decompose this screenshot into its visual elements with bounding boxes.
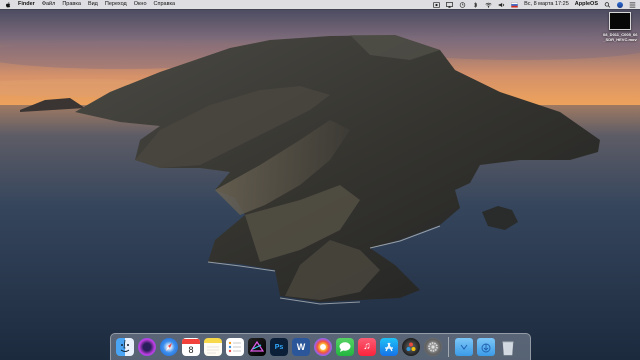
downloads-icon[interactable] bbox=[477, 338, 495, 356]
volume-icon[interactable] bbox=[498, 2, 505, 8]
photoshop-label: Ps bbox=[274, 343, 284, 351]
file-name-line2: _SDR_HEVC.mov bbox=[603, 37, 637, 42]
video-file-thumbnail bbox=[609, 12, 631, 30]
siri-status-icon[interactable] bbox=[617, 1, 623, 8]
menu-finder[interactable]: Finder bbox=[18, 0, 35, 9]
reminders-icon[interactable] bbox=[226, 338, 244, 356]
wifi-icon[interactable] bbox=[485, 2, 492, 8]
menu-go[interactable]: Переход bbox=[105, 0, 127, 9]
apple-menu-icon[interactable] bbox=[5, 1, 11, 8]
photos-icon[interactable] bbox=[314, 338, 332, 356]
menu-help[interactable]: Справка bbox=[154, 0, 176, 9]
menu-view[interactable]: Вид bbox=[88, 0, 98, 9]
word-label: W bbox=[296, 342, 306, 352]
final-cut-icon[interactable] bbox=[248, 338, 266, 356]
folder-icon[interactable] bbox=[455, 338, 473, 356]
keyboard-flag-icon[interactable] bbox=[511, 1, 518, 8]
time-machine-icon[interactable] bbox=[459, 1, 466, 8]
clock[interactable]: Вс, 8 марта 17:25 bbox=[524, 0, 569, 9]
finder-icon[interactable] bbox=[116, 338, 134, 356]
notification-center-icon[interactable] bbox=[629, 2, 636, 8]
messages-icon[interactable] bbox=[336, 338, 354, 356]
spotlight-search-icon[interactable] bbox=[604, 1, 611, 8]
siri-icon[interactable] bbox=[138, 338, 156, 356]
desktop-video-file[interactable]: 08_D011_C005_66 _SDR_HEVC.mov bbox=[603, 12, 637, 42]
app-store-icon[interactable] bbox=[380, 338, 398, 356]
menu-edit[interactable]: Правка bbox=[62, 0, 81, 9]
menu-file[interactable]: Файл bbox=[42, 0, 56, 9]
dock: 8 Ps W ♫ bbox=[110, 333, 531, 360]
menu-window[interactable]: Окно bbox=[134, 0, 147, 9]
photoshop-icon[interactable]: Ps bbox=[270, 338, 288, 356]
menu-bar: Finder Файл Правка Вид Переход Окно Спра… bbox=[0, 0, 640, 9]
desktop-wallpaper bbox=[0, 0, 640, 360]
bluetooth-icon[interactable] bbox=[472, 1, 479, 8]
airplay-display-icon[interactable] bbox=[446, 1, 454, 8]
word-icon[interactable]: W bbox=[292, 338, 310, 356]
music-icon[interactable]: ♫ bbox=[358, 338, 376, 356]
trash-icon[interactable] bbox=[499, 338, 517, 356]
safari-icon[interactable] bbox=[160, 338, 178, 356]
notes-icon[interactable] bbox=[204, 338, 222, 356]
user-name[interactable]: AppleOS bbox=[575, 0, 598, 9]
status-area: Вс, 8 марта 17:25 AppleOS bbox=[430, 0, 640, 9]
calendar-date: 8 bbox=[188, 344, 194, 355]
calendar-icon[interactable]: 8 bbox=[182, 338, 200, 356]
dock-separator bbox=[448, 337, 449, 357]
davinci-icon[interactable] bbox=[402, 338, 420, 356]
screen-recording-icon[interactable] bbox=[433, 1, 441, 8]
settings-icon[interactable] bbox=[424, 338, 442, 356]
